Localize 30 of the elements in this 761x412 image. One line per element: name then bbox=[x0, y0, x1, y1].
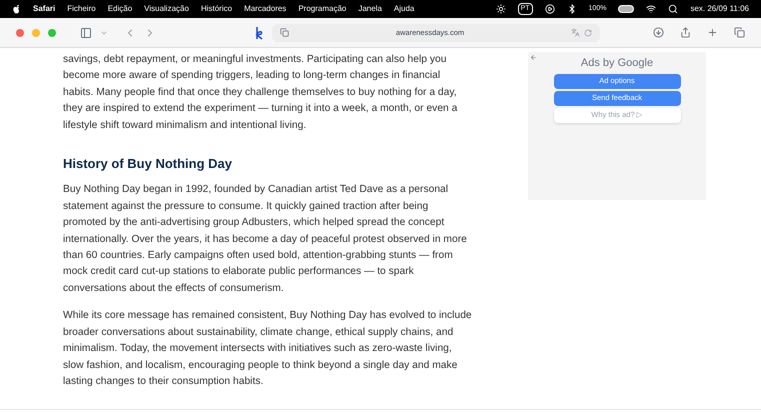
tabs-overview-icon[interactable] bbox=[734, 27, 745, 38]
menu-item[interactable]: Janela bbox=[358, 3, 382, 15]
sun-icon[interactable] bbox=[496, 4, 506, 14]
apple-logo-icon[interactable] bbox=[12, 4, 21, 14]
menu-item[interactable]: Ajuda bbox=[394, 3, 414, 15]
bluetooth-icon[interactable] bbox=[566, 4, 577, 14]
share-icon[interactable] bbox=[680, 27, 691, 38]
menu-app-name[interactable]: Safari bbox=[33, 3, 56, 15]
battery-icon[interactable] bbox=[618, 5, 634, 13]
article-paragraph: savings, debt repayment, or meaningful investments. Participating can also help you become more aware of spending triggers, leading to long-term changes in financial habits. Many people find that once they challenge themselves to buy nothing for a day, they are inspired to extend the experiment — turning it into a week, a month, or even a lifestyle shift toward minimalism and intentional living. bbox=[63, 53, 458, 133]
menu-item[interactable]: Histórico bbox=[200, 3, 232, 15]
wifi-icon[interactable] bbox=[646, 4, 656, 14]
search-icon[interactable] bbox=[668, 4, 678, 14]
menu-item[interactable]: Ficheiro bbox=[67, 3, 96, 15]
play-icon[interactable] bbox=[544, 4, 555, 14]
menu-item[interactable]: Edição bbox=[108, 3, 132, 15]
section-heading: History of Buy Nothing Day bbox=[63, 156, 234, 172]
close-window-button[interactable] bbox=[16, 28, 24, 36]
menu-item[interactable]: Visualização bbox=[144, 3, 189, 15]
article-paragraph: Buy Nothing Day began in 1992, founded by Canadian artist Ted Dave as a personal statement against the pressure to consume. It quickly gained traction after being promoted by the anti-advertising group Adbusters, which helped spread the concept internationally. Over the years, it has become a day of peaceful protest observed in more than 60 countries. Early campaigns often used bold, attention-grabbing stunts — from mock credit card cut-up stations to elaborate public performances — to spark conversations about the effects of consumerism. bbox=[63, 183, 468, 296]
new-tab-icon[interactable] bbox=[707, 27, 718, 38]
menu-item[interactable]: Marcadores bbox=[244, 3, 286, 15]
back-arrow-icon[interactable] bbox=[530, 54, 537, 61]
site-logo-icon[interactable] bbox=[254, 26, 264, 40]
article-paragraph: While its core message has remained consistent, Buy Nothing Day has evolved to include broader conversations about sustainability, climate change, ethical supply chains, and minimalism. Today, the movement intersects with initiatives such as zero-waste living, slow fashion, and localism, encouraging people to think beyond a single day and make lasting changes to their consumption habits. bbox=[63, 309, 473, 389]
menu-clock[interactable]: sex. 26/09 11:06 bbox=[690, 3, 749, 15]
sidebar-icon[interactable] bbox=[80, 26, 92, 38]
ad-panel-title: Ads by Google bbox=[580, 56, 654, 71]
download-icon[interactable] bbox=[653, 27, 664, 38]
menu-item[interactable]: Programação bbox=[298, 3, 346, 15]
